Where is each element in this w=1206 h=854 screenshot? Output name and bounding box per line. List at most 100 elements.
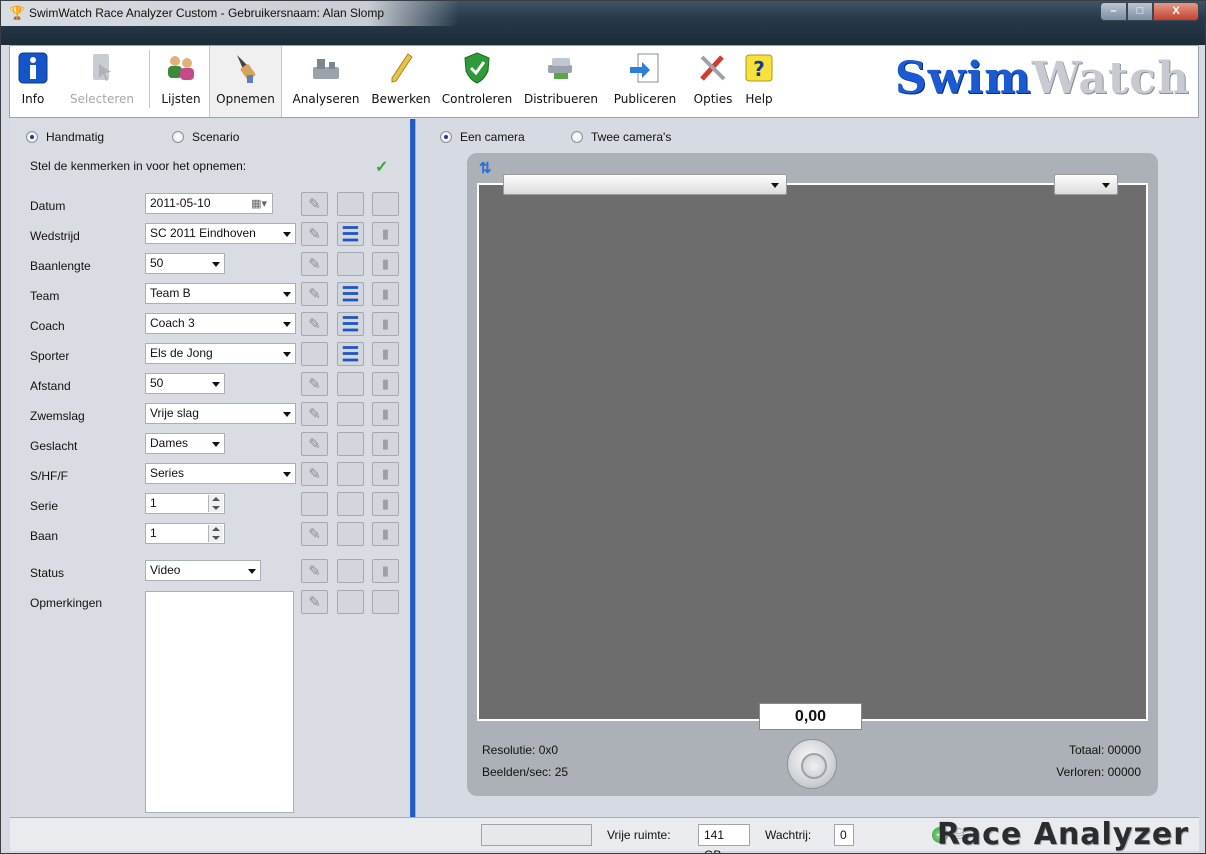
record-button[interactable] bbox=[787, 739, 837, 789]
team-select[interactable]: Team B bbox=[145, 283, 296, 304]
toolbar-analyseren[interactable]: Analyseren bbox=[283, 46, 369, 117]
calendar-icon[interactable]: ▦▾ bbox=[251, 195, 267, 214]
chevron-down-icon bbox=[283, 322, 291, 327]
toolbar-lijsten[interactable]: Lijsten bbox=[155, 46, 207, 117]
chevron-down-icon bbox=[283, 472, 291, 477]
edit-icon: ✎ bbox=[308, 436, 321, 453]
shff-select[interactable]: Series bbox=[145, 463, 296, 484]
edit-button[interactable]: ✎ bbox=[301, 312, 328, 336]
edit-icon: ✎ bbox=[308, 563, 321, 580]
edit-button[interactable]: ✎ bbox=[301, 252, 328, 276]
spinner-arrows-icon[interactable] bbox=[208, 495, 223, 512]
resolution-text: Resolutie: 0x0 bbox=[482, 743, 559, 757]
select-icon bbox=[85, 51, 119, 85]
radio-dot bbox=[440, 131, 452, 143]
lost-text: Verloren: 00000 bbox=[1056, 765, 1141, 779]
progress-bar bbox=[481, 824, 592, 846]
camera-button[interactable]: ▮ bbox=[372, 252, 399, 276]
edit-button[interactable]: ✎ bbox=[301, 590, 328, 614]
radio-scenario[interactable]: Scenario bbox=[172, 129, 239, 145]
radio-twee-cameras[interactable]: Twee camera's bbox=[571, 129, 671, 145]
title-bar: 🏆 SwimWatch Race Analyzer Custom - Gebru… bbox=[1, 1, 1205, 45]
maximize-button[interactable]: □ bbox=[1127, 2, 1153, 21]
baan-stepper[interactable]: 1 bbox=[145, 523, 225, 544]
baanlengte-select[interactable]: 50 bbox=[145, 253, 225, 274]
datum-picker[interactable]: 2011-05-10 ▦▾ bbox=[145, 193, 273, 214]
edit-button[interactable]: ✎ bbox=[301, 559, 328, 583]
free-space-label: Vrije ruimte: bbox=[607, 828, 671, 842]
label-geslacht: Geslacht bbox=[30, 439, 78, 453]
camera-option-select[interactable] bbox=[1054, 174, 1118, 195]
camera-button[interactable]: ▮ bbox=[372, 342, 399, 366]
wedstrijd-select[interactable]: SC 2011 Eindhoven bbox=[145, 223, 296, 244]
camera-icon: ▮ bbox=[381, 406, 390, 421]
list-button[interactable]: ☰ bbox=[337, 222, 364, 246]
camera-button[interactable]: ▮ bbox=[372, 462, 399, 486]
queue-value: 0 bbox=[834, 824, 854, 846]
list-button[interactable]: ☰ bbox=[337, 342, 364, 366]
toolbar-info[interactable]: Info bbox=[12, 46, 54, 117]
label-shff: S/HF/F bbox=[30, 469, 68, 483]
camera-button[interactable]: ▮ bbox=[372, 372, 399, 396]
edit-icon: ✎ bbox=[308, 526, 321, 543]
edit-button[interactable]: ✎ bbox=[301, 522, 328, 546]
camera-button[interactable]: ▮ bbox=[372, 432, 399, 456]
refresh-icon[interactable]: ⇅ bbox=[479, 159, 492, 177]
camera-button[interactable]: ▮ bbox=[372, 282, 399, 306]
radio-handmatig[interactable]: Handmatig bbox=[26, 129, 104, 145]
toolbar-distribueren[interactable]: Distribueren bbox=[520, 46, 602, 117]
toolbar-controleren[interactable]: Controleren bbox=[436, 46, 518, 117]
empty-slot bbox=[337, 590, 364, 614]
label-coach: Coach bbox=[30, 319, 65, 333]
toolbar-help[interactable]: ? Help bbox=[738, 46, 780, 117]
minimize-button[interactable]: – bbox=[1100, 2, 1127, 21]
serie-stepper[interactable]: 1 bbox=[145, 493, 225, 514]
list-button[interactable]: ☰ bbox=[337, 312, 364, 336]
toolbar-opnemen[interactable]: Opnemen bbox=[209, 46, 282, 117]
empty-slot bbox=[337, 522, 364, 546]
label-opmerkingen: Opmerkingen bbox=[30, 596, 103, 610]
empty-slot bbox=[372, 590, 399, 614]
toolbar-bewerken[interactable]: Bewerken bbox=[370, 46, 432, 117]
chevron-down-icon bbox=[771, 183, 779, 188]
toolbar-opties[interactable]: Opties bbox=[690, 46, 736, 117]
coach-select[interactable]: Coach 3 bbox=[145, 313, 296, 334]
queue-label: Wachtrij: bbox=[765, 828, 812, 842]
edit-button[interactable]: ✎ bbox=[301, 402, 328, 426]
total-text: Totaal: 00000 bbox=[1068, 743, 1141, 757]
edit-button[interactable]: ✎ bbox=[301, 282, 328, 306]
empty-slot bbox=[337, 462, 364, 486]
label-wedstrijd: Wedstrijd bbox=[30, 229, 80, 243]
empty-slot bbox=[337, 402, 364, 426]
camera-button[interactable]: ▮ bbox=[372, 522, 399, 546]
list-button[interactable]: ☰ bbox=[337, 282, 364, 306]
edit-button[interactable]: ✎ bbox=[301, 222, 328, 246]
geslacht-select[interactable]: Dames bbox=[145, 433, 225, 454]
camera-icon: ▮ bbox=[381, 526, 390, 541]
afstand-select[interactable]: 50 bbox=[145, 373, 225, 394]
camera-source-select[interactable] bbox=[503, 174, 787, 195]
camera-button[interactable]: ▮ bbox=[372, 559, 399, 583]
camera-button[interactable]: ▮ bbox=[372, 492, 399, 516]
edit-button[interactable]: ✎ bbox=[301, 192, 328, 216]
edit-icon: ✎ bbox=[308, 406, 321, 423]
toolbar-selecteren[interactable]: Selecteren bbox=[60, 46, 144, 117]
opmerkingen-textarea[interactable] bbox=[145, 591, 294, 813]
label-team: Team bbox=[30, 289, 60, 303]
close-button[interactable]: X bbox=[1153, 2, 1199, 21]
camera-button[interactable]: ▮ bbox=[372, 222, 399, 246]
toolbar-publiceren[interactable]: Publiceren bbox=[604, 46, 686, 117]
edit-button[interactable]: ✎ bbox=[301, 372, 328, 396]
camera-button[interactable]: ▮ bbox=[372, 402, 399, 426]
sporter-select[interactable]: Els de Jong bbox=[145, 343, 296, 364]
status-select[interactable]: Video bbox=[145, 560, 261, 581]
empty-slot bbox=[337, 372, 364, 396]
spinner-arrows-icon[interactable] bbox=[208, 525, 223, 542]
edit-button[interactable]: ✎ bbox=[301, 432, 328, 456]
toolbar-separator bbox=[149, 50, 150, 108]
chevron-down-icon bbox=[212, 382, 220, 387]
edit-button[interactable]: ✎ bbox=[301, 462, 328, 486]
camera-button[interactable]: ▮ bbox=[372, 312, 399, 336]
zwemslag-select[interactable]: Vrije slag bbox=[145, 403, 296, 424]
radio-een-camera[interactable]: Een camera bbox=[440, 129, 525, 145]
